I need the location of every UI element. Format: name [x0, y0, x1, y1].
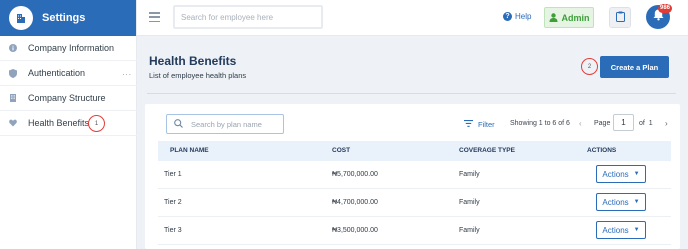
brand-header: Settings — [0, 0, 136, 36]
of-label: of — [639, 120, 645, 127]
user-icon — [549, 9, 558, 27]
topbar: ? Help Admin 986 — [137, 0, 688, 36]
plan-name-cell: Tier 3 — [164, 227, 182, 234]
cost-cell: ₦5,700,000.00 — [332, 171, 378, 178]
col-actions: ACTIONS — [587, 147, 617, 154]
heart-icon — [9, 119, 17, 127]
app-title: Settings — [42, 12, 86, 24]
table-row: Tier 1 ₦5,700,000.00 Family Actions ▼ — [158, 161, 671, 189]
employee-search-input[interactable] — [173, 5, 323, 29]
col-coverage-type: COVERAGE TYPE — [459, 147, 515, 154]
cost-cell: ₦4,700,000.00 — [332, 199, 378, 206]
filter-icon — [464, 120, 473, 129]
sidebar-item-label: Company Information — [28, 43, 115, 53]
showing-count: Showing 1 to 6 of 6 — [510, 120, 570, 127]
filter-button[interactable]: Filter — [464, 120, 495, 129]
help-link[interactable]: ? Help — [503, 12, 531, 21]
shield-icon — [9, 68, 17, 78]
building-logo-icon — [9, 6, 33, 30]
sidebar-item-label: Health Benefits — [28, 118, 90, 128]
page-number-input[interactable] — [613, 114, 634, 131]
coverage-cell: Family — [459, 227, 480, 234]
coverage-cell: Family — [459, 171, 480, 178]
plan-search-input[interactable] — [191, 119, 281, 129]
notification-count-badge: 986 — [658, 4, 673, 13]
plan-search-field[interactable] — [166, 114, 284, 134]
page-label: Page — [594, 120, 611, 127]
help-label: Help — [515, 12, 532, 21]
step-marker-2: 2 — [581, 58, 598, 75]
header-divider — [147, 93, 676, 94]
page-title: Health Benefits — [149, 54, 237, 68]
clipboard-icon — [615, 9, 625, 27]
create-plan-button[interactable]: Create a Plan — [600, 56, 669, 78]
caret-down-icon: ▼ — [633, 171, 640, 177]
step-marker-1: 1 — [88, 115, 105, 132]
caret-down-icon: ▼ — [633, 199, 640, 205]
actions-dropdown-button[interactable]: Actions ▼ — [596, 221, 646, 239]
total-pages: of 1 — [639, 120, 653, 127]
building-icon — [9, 94, 17, 102]
actions-label: Actions — [602, 169, 629, 179]
col-plan-name: PLAN NAME — [170, 147, 209, 154]
sidebar-item-company-structure[interactable]: Company Structure — [0, 86, 137, 111]
table-header: PLAN NAME COST COVERAGE TYPE ACTIONS — [158, 141, 671, 161]
actions-dropdown-button[interactable]: Actions ▼ — [596, 193, 646, 211]
actions-label: Actions — [602, 225, 629, 235]
admin-label: Admin — [561, 12, 590, 23]
sidebar-item-company-information[interactable]: Company Information — [0, 36, 137, 61]
plan-name-cell: Tier 2 — [164, 199, 182, 206]
filter-label: Filter — [478, 120, 495, 129]
chevron-right-icon[interactable]: › — [665, 119, 668, 128]
info-icon — [9, 44, 17, 52]
table-row: Tier 2 ₦4,700,000.00 Family Actions ▼ — [158, 189, 671, 217]
sidebar-nav: Company Information Authentication ... C… — [0, 36, 137, 136]
actions-dropdown-button[interactable]: Actions ▼ — [596, 165, 646, 183]
clipboard-button[interactable] — [609, 7, 631, 28]
cost-cell: ₦3,500,000.00 — [332, 227, 378, 234]
search-icon — [174, 115, 183, 133]
question-circle-icon: ? — [503, 12, 512, 21]
caret-down-icon: ▼ — [633, 227, 640, 233]
hamburger-menu-icon[interactable] — [149, 12, 160, 22]
sidebar-item-label: Authentication — [28, 68, 86, 78]
actions-label: Actions — [602, 197, 629, 207]
plans-table-card: Filter Showing 1 to 6 of 6 ‹ Page of 1 ›… — [145, 104, 680, 249]
total-pages-value: 1 — [648, 120, 653, 127]
col-cost: COST — [332, 147, 351, 154]
main-content: Health Benefits List of employee health … — [137, 36, 688, 249]
table-row: Tier 3 ₦3,500,000.00 Family Actions ▼ — [158, 217, 671, 245]
sidebar-item-health-benefits[interactable]: Health Benefits 1 — [0, 111, 137, 136]
chevron-left-icon[interactable]: ‹ — [579, 119, 582, 128]
more-icon[interactable]: ... — [122, 68, 132, 77]
admin-button[interactable]: Admin — [544, 7, 594, 28]
page-subtitle: List of employee health plans — [149, 71, 247, 80]
plan-name-cell: Tier 1 — [164, 171, 182, 178]
sidebar-item-authentication[interactable]: Authentication ... — [0, 61, 137, 86]
sidebar: Settings Company Information Authenticat… — [0, 0, 137, 249]
sidebar-item-label: Company Structure — [28, 93, 106, 103]
coverage-cell: Family — [459, 199, 480, 206]
